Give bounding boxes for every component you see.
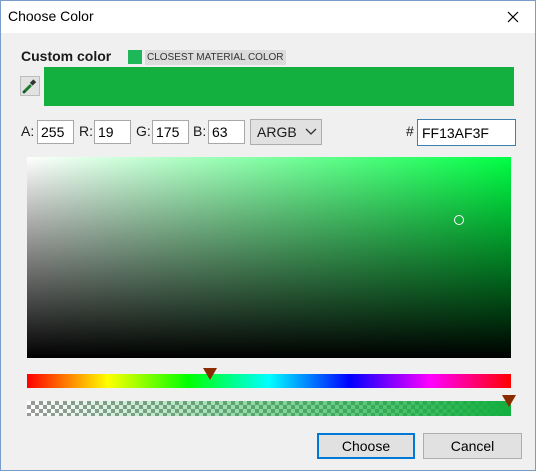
blue-input[interactable] <box>208 120 245 144</box>
eyedropper-icon <box>22 79 37 94</box>
red-label: R: <box>79 123 93 139</box>
hue-slider-thumb[interactable] <box>203 368 217 380</box>
hex-input[interactable] <box>417 119 516 146</box>
color-format-select[interactable]: ARGB <box>250 119 322 145</box>
color-preview <box>44 67 514 106</box>
custom-color-label: Custom color <box>21 48 112 64</box>
green-input[interactable] <box>152 120 189 144</box>
saturation-value-field[interactable] <box>27 157 511 358</box>
choose-button[interactable]: Choose <box>317 433 415 459</box>
alpha-slider-thumb[interactable] <box>502 395 516 407</box>
choose-color-dialog: Choose Color Custom color CLOSEST MATERI… <box>0 0 536 471</box>
alpha-label: A: <box>21 123 35 139</box>
cancel-button[interactable]: Cancel <box>423 433 522 459</box>
green-label: G: <box>136 123 151 139</box>
color-format-value: ARGB <box>257 124 297 140</box>
hue-slider[interactable] <box>27 374 511 388</box>
red-input[interactable] <box>94 120 131 144</box>
hex-prefix: # <box>406 123 414 139</box>
title-bar: Choose Color <box>1 1 535 33</box>
eyedropper-button[interactable] <box>20 76 40 96</box>
window-title: Choose Color <box>8 8 94 24</box>
alpha-slider[interactable] <box>27 401 511 416</box>
close-icon <box>507 11 519 23</box>
closest-material-swatch[interactable] <box>128 50 142 64</box>
blue-label: B: <box>193 123 207 139</box>
saturation-value-cursor[interactable] <box>454 215 464 225</box>
chevron-down-icon <box>305 128 317 135</box>
alpha-input[interactable] <box>37 120 74 144</box>
close-button[interactable] <box>491 1 535 33</box>
closest-material-color-label[interactable]: CLOSEST MATERIAL COLOR <box>145 50 286 65</box>
